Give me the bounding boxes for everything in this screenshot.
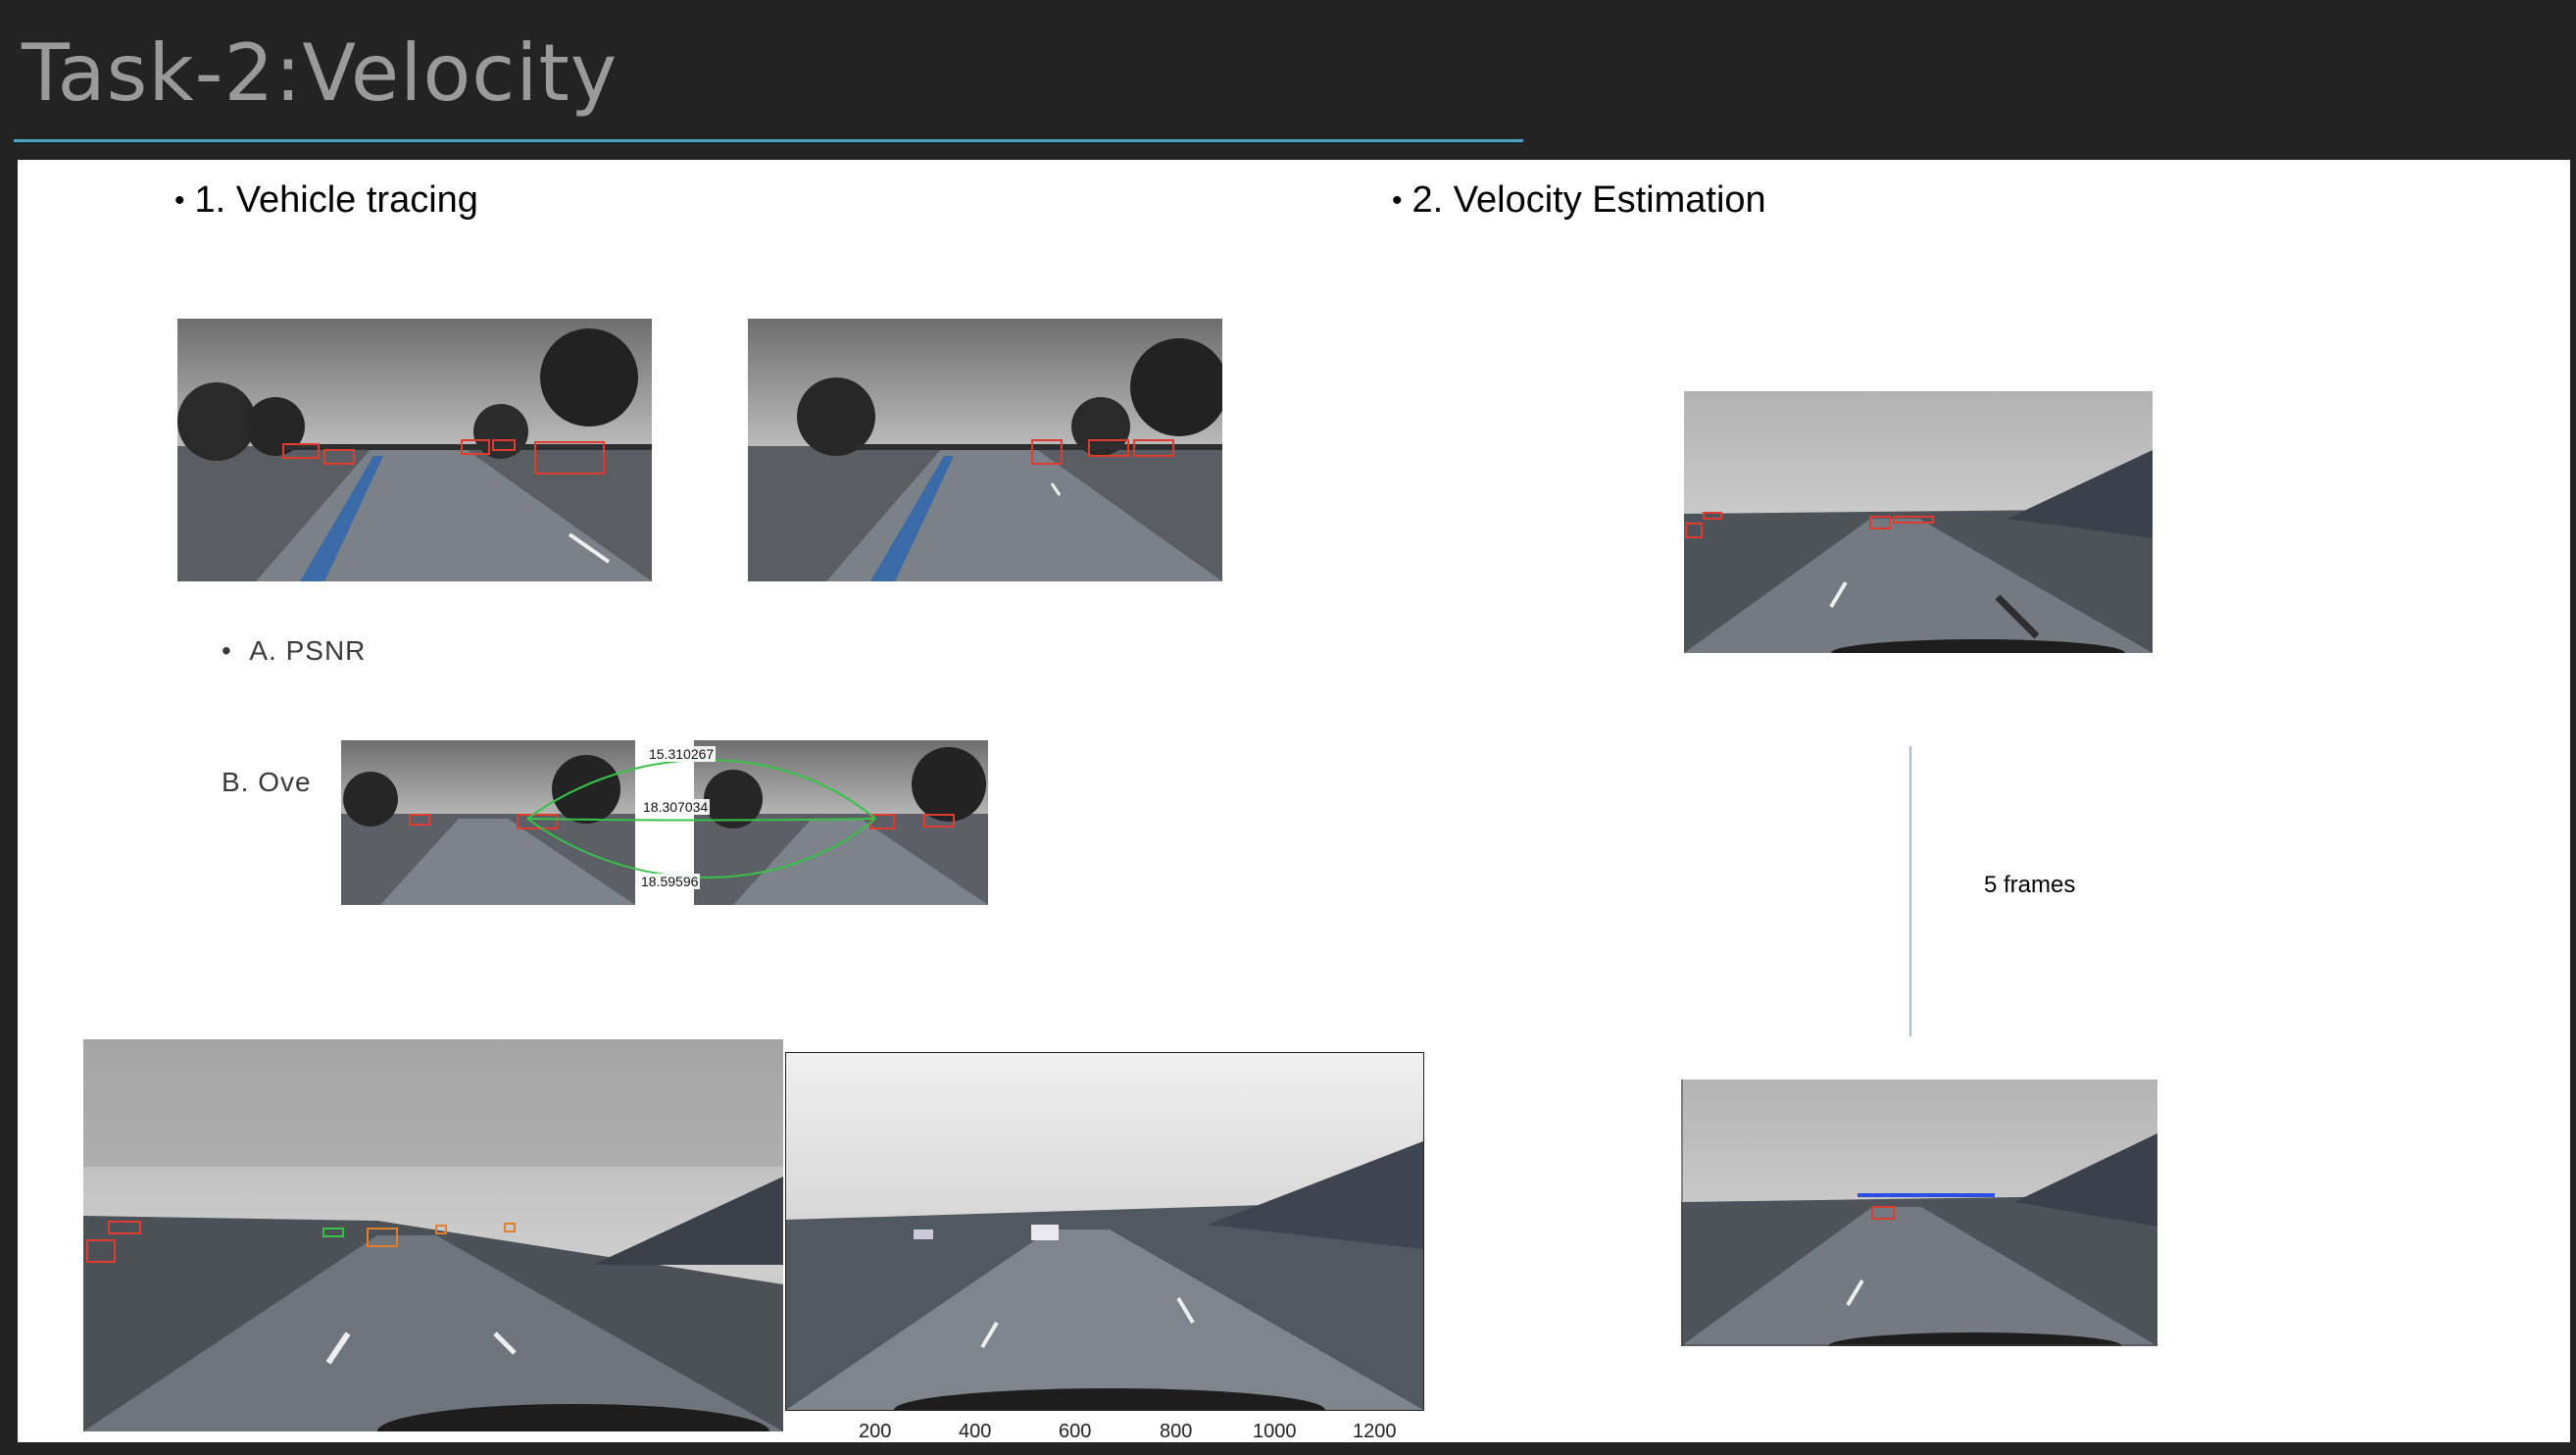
frames-label: 5 frames — [1984, 872, 2076, 898]
road-photo-highway-detections — [83, 1039, 783, 1431]
x-tick-1200: 1200 — [1353, 1421, 1397, 1442]
title-underline — [14, 139, 1523, 142]
bullet-dot-icon: • — [1392, 183, 1403, 217]
bullet-vehicle-tracing: • 1. Vehicle tracing — [174, 179, 478, 222]
psnr-value-bottom: 18.59596 — [639, 874, 701, 889]
x-tick-800: 800 — [1160, 1421, 1193, 1442]
bullet-dot-icon: • — [174, 183, 185, 217]
road-photo-velocity-start — [1684, 391, 2153, 653]
section-heading-right: 2. Velocity Estimation — [1412, 179, 1766, 221]
x-tick-200: 200 — [859, 1421, 892, 1442]
road-photo-velocity-end — [1681, 1079, 2157, 1346]
bullet-velocity-estimation: • 2. Velocity Estimation — [1392, 179, 1766, 222]
road-photo-tracing-2 — [748, 319, 1222, 581]
psnr-value-middle: 18.307034 — [641, 799, 711, 815]
road-photo-tracing-1 — [177, 319, 652, 581]
frame-gap-indicator — [1909, 746, 1911, 1036]
x-tick-1000: 1000 — [1253, 1421, 1297, 1442]
section-heading-left: 1. Vehicle tracing — [194, 179, 478, 221]
slide-title: Task-2:Velocity — [22, 27, 619, 119]
psnr-value-top: 15.310267 — [647, 746, 717, 762]
sub-bullet-icon: • — [222, 635, 250, 666]
slide-canvas: • 1. Vehicle tracing • 2. Velocity Estim… — [18, 160, 2570, 1442]
psnr-matching-image: 15.310267 18.307034 18.59596 — [341, 740, 988, 905]
x-tick-400: 400 — [959, 1421, 992, 1442]
x-tick-600: 600 — [1059, 1421, 1092, 1442]
subpoint-overlap: B. Ove — [222, 767, 312, 797]
road-photo-highway-plot — [785, 1052, 1424, 1411]
subpoint-psnr: • A. PSNR — [222, 635, 367, 666]
